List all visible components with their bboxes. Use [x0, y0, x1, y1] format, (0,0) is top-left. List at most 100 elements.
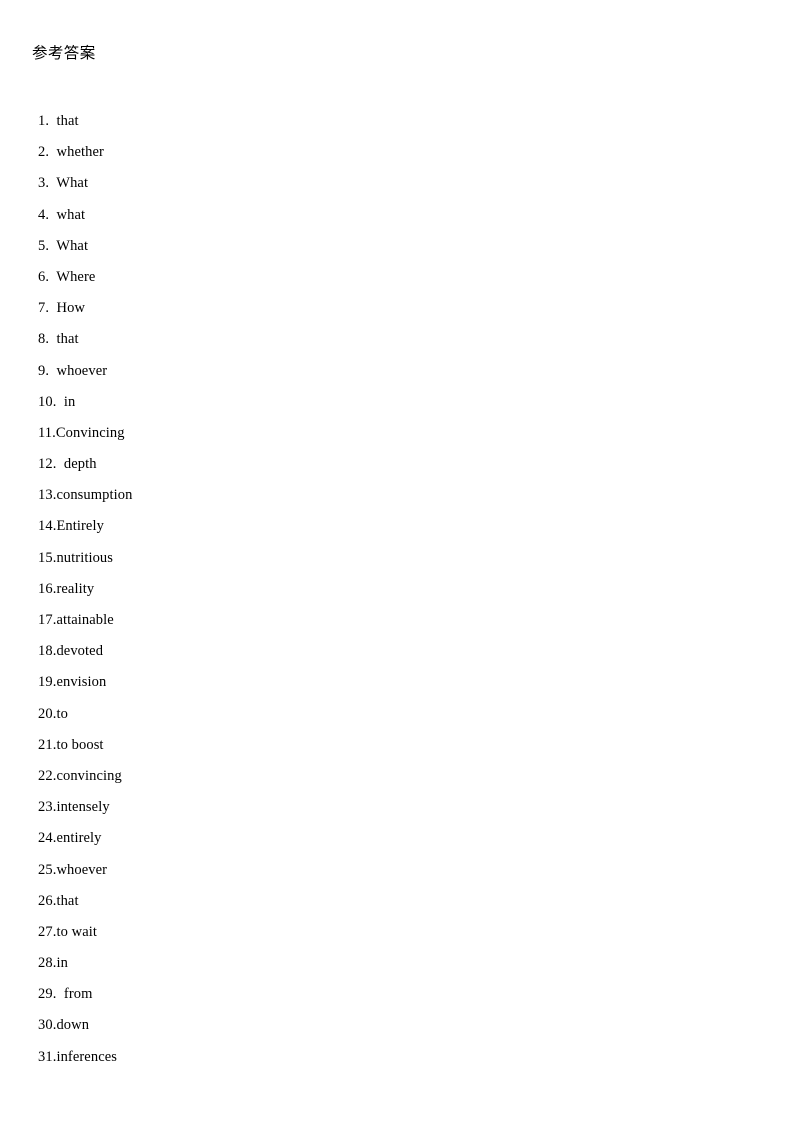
answer-text: envision	[56, 674, 107, 691]
answer-number: 22.	[38, 767, 57, 784]
answer-number: 16.	[38, 580, 57, 597]
answer-text: that	[56, 892, 79, 909]
answer-number: 19.	[38, 674, 57, 691]
answer-number: 27.	[38, 923, 57, 940]
answer-text: whoever	[56, 861, 108, 878]
answer-item: 17.attainable	[38, 605, 458, 636]
answer-item: 20.to	[38, 699, 458, 730]
answer-item: 1. that	[38, 106, 458, 137]
answer-number: 8.	[38, 331, 50, 348]
answer-text: devoted	[56, 643, 104, 660]
answer-text: in	[56, 955, 68, 972]
answer-number: 23.	[38, 799, 57, 816]
answer-number: 9.	[38, 362, 50, 379]
answer-text: in	[63, 393, 76, 410]
answer-number: 13.	[38, 487, 57, 504]
answer-gap	[56, 394, 63, 410]
answer-number: 31.	[38, 1048, 57, 1065]
answer-number: 21.	[38, 736, 57, 753]
answer-item: 16.reality	[38, 574, 458, 605]
answer-text: down	[56, 1017, 90, 1034]
answer-text: whoever	[56, 362, 108, 379]
answer-item: 5. What	[38, 231, 458, 262]
answer-number: 11.	[38, 424, 56, 441]
answer-gap	[49, 207, 56, 223]
answer-item: 6. Where	[38, 262, 458, 293]
answer-text: what	[56, 206, 86, 223]
answer-text: Convincing	[55, 424, 125, 441]
answer-item: 9. whoever	[38, 356, 458, 387]
answer-item: 11.Convincing	[38, 418, 458, 449]
answer-text: consumption	[56, 487, 133, 504]
answer-item: 29. from	[38, 979, 458, 1010]
answer-number: 10.	[38, 393, 57, 410]
answer-item: 8. that	[38, 324, 458, 355]
answer-text: to wait	[56, 923, 98, 940]
answer-gap	[49, 300, 56, 316]
answer-gap	[49, 113, 56, 129]
answer-text: to boost	[56, 736, 104, 753]
answer-text: What	[56, 175, 89, 192]
page-title: 参考答案	[32, 44, 96, 62]
document-page: 参考答案 1. that 2. whether 3. What 4. what 5. W…	[0, 0, 794, 1123]
answer-text: convincing	[56, 767, 122, 784]
answer-item: 4. what	[38, 200, 458, 231]
answer-item: 30.down	[38, 1010, 458, 1041]
answer-item: 28.in	[38, 948, 458, 979]
answer-number: 5.	[38, 237, 50, 254]
answer-item: 27.to wait	[38, 917, 458, 948]
answer-item: 24.entirely	[38, 823, 458, 854]
answer-text: intensely	[56, 799, 110, 816]
answer-item: 3. What	[38, 168, 458, 199]
answer-item: 23.intensely	[38, 792, 458, 823]
answer-number: 14.	[38, 518, 57, 535]
answer-item: 7. How	[38, 293, 458, 324]
answer-number: 26.	[38, 892, 57, 909]
answer-number: 3.	[38, 175, 50, 192]
answer-text: How	[56, 300, 86, 317]
answer-number: 2.	[38, 144, 50, 161]
answer-text: depth	[63, 456, 97, 473]
answer-number: 6.	[38, 268, 50, 285]
answer-number: 1.	[38, 113, 50, 129]
answer-number: 29.	[38, 986, 57, 1003]
answer-item: 31.inferences	[38, 1042, 458, 1073]
answer-item: 22.convincing	[38, 761, 458, 792]
answer-text: attainable	[56, 612, 114, 628]
answer-text: that	[56, 331, 79, 348]
answer-text: nutritious	[56, 549, 114, 566]
answer-gap	[49, 144, 56, 160]
answer-text: reality	[56, 580, 95, 597]
answer-text: Entirely	[56, 518, 104, 535]
answer-gap	[56, 986, 63, 1002]
answer-text: that	[56, 113, 79, 129]
answer-text: to	[56, 705, 68, 722]
answer-item: 2. whether	[38, 137, 458, 168]
answer-number: 17.	[38, 612, 57, 628]
answer-item: 19.envision	[38, 667, 458, 698]
answer-number: 25.	[38, 861, 57, 878]
answer-item: 13.consumption	[38, 480, 458, 511]
answer-item: 26.that	[38, 886, 458, 917]
answer-text: whether	[56, 144, 104, 161]
answer-item: 15.nutritious	[38, 543, 458, 574]
answer-item: 25.whoever	[38, 855, 458, 886]
answer-gap	[49, 331, 56, 347]
answer-list: 1. that 2. whether 3. What 4. what 5. What 6.…	[38, 106, 458, 1073]
answer-gap	[56, 456, 63, 472]
answer-text: from	[63, 986, 93, 1003]
answer-gap	[49, 363, 56, 379]
answer-number: 24.	[38, 830, 57, 847]
answer-number: 28.	[38, 955, 57, 972]
answer-number: 12.	[38, 456, 57, 473]
answer-item: 18.devoted	[38, 636, 458, 667]
answer-text: Where	[56, 268, 96, 285]
answer-number: 4.	[38, 206, 50, 223]
answer-number: 15.	[38, 549, 57, 566]
answer-number: 30.	[38, 1017, 57, 1034]
answer-text: inferences	[56, 1048, 118, 1065]
answer-item: 10. in	[38, 387, 458, 418]
answer-item: 12. depth	[38, 449, 458, 480]
answer-number: 20.	[38, 705, 57, 722]
answer-number: 18.	[38, 643, 57, 660]
